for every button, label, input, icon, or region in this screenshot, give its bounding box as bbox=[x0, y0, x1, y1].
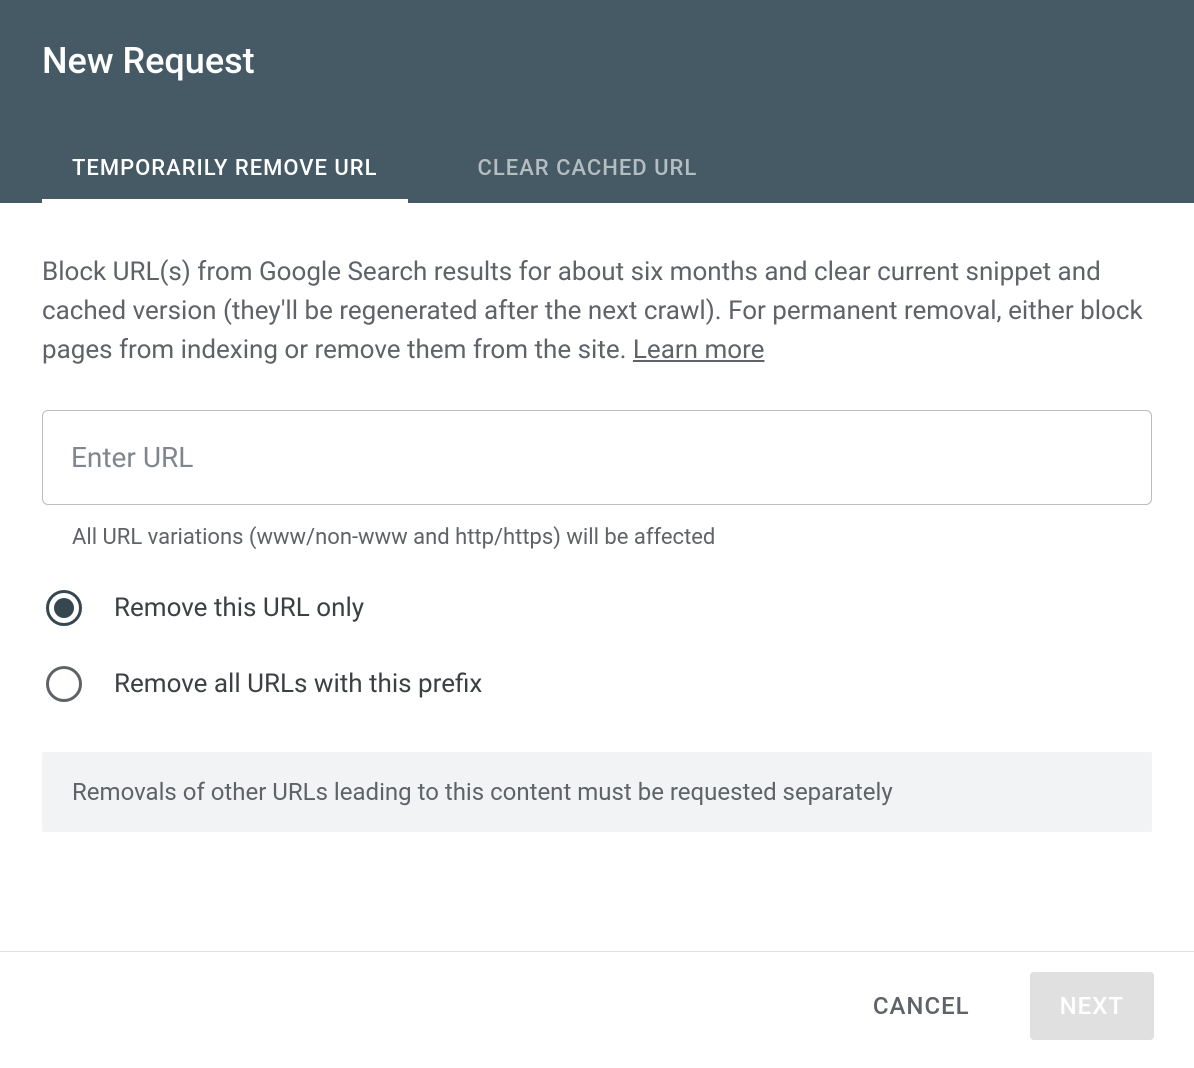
new-request-dialog: New Request TEMPORARILY REMOVE URL CLEAR… bbox=[0, 0, 1194, 1068]
learn-more-link[interactable]: Learn more bbox=[633, 335, 765, 365]
radio-label: Remove all URLs with this prefix bbox=[114, 669, 482, 699]
radio-remove-prefix[interactable]: Remove all URLs with this prefix bbox=[42, 666, 1152, 702]
url-input[interactable] bbox=[42, 410, 1152, 505]
description-body: Block URL(s) from Google Search results … bbox=[42, 257, 1143, 365]
dialog-footer: CANCEL NEXT bbox=[0, 951, 1194, 1068]
radio-icon bbox=[46, 666, 82, 702]
radio-dot-icon bbox=[54, 598, 74, 618]
url-helper-text: All URL variations (www/non-www and http… bbox=[72, 525, 1152, 550]
cancel-button[interactable]: CANCEL bbox=[843, 972, 1000, 1040]
tab-temporarily-remove[interactable]: TEMPORARILY REMOVE URL bbox=[42, 142, 408, 203]
info-box: Removals of other URLs leading to this c… bbox=[42, 752, 1152, 832]
next-button[interactable]: NEXT bbox=[1030, 972, 1154, 1040]
tab-clear-cached[interactable]: CLEAR CACHED URL bbox=[448, 142, 728, 203]
dialog-header: New Request TEMPORARILY REMOVE URL CLEAR… bbox=[0, 0, 1194, 203]
description-text: Block URL(s) from Google Search results … bbox=[42, 253, 1152, 370]
radio-icon bbox=[46, 590, 82, 626]
radio-remove-this-url[interactable]: Remove this URL only bbox=[42, 590, 1152, 626]
removal-scope-radio-group: Remove this URL only Remove all URLs wit… bbox=[42, 590, 1152, 702]
dialog-content: Block URL(s) from Google Search results … bbox=[0, 203, 1194, 951]
tab-bar: TEMPORARILY REMOVE URL CLEAR CACHED URL bbox=[42, 142, 1152, 203]
radio-label: Remove this URL only bbox=[114, 593, 364, 623]
dialog-title: New Request bbox=[42, 40, 1152, 82]
